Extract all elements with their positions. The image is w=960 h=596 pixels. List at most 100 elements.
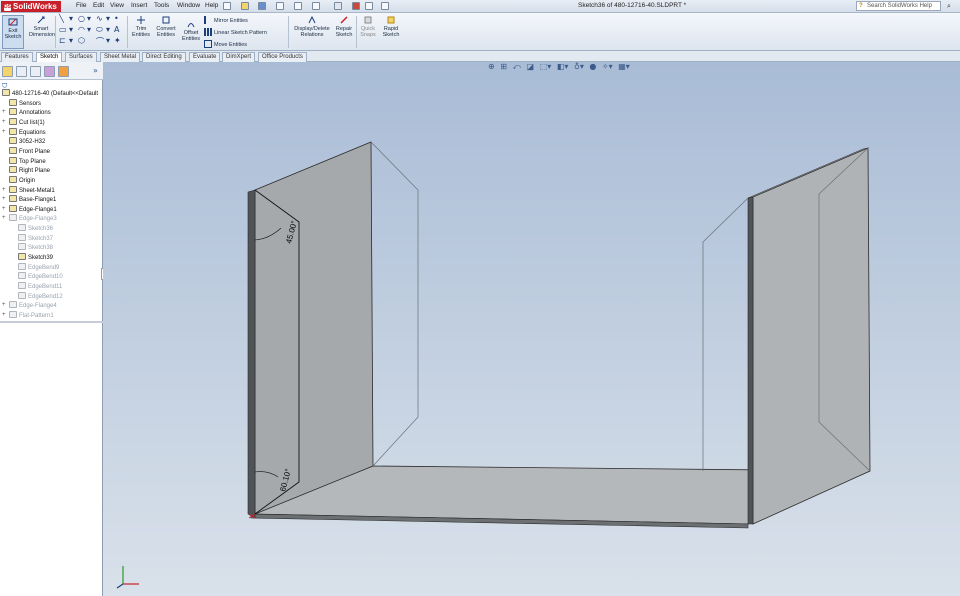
tab-sheet-metal[interactable]: Sheet Metal [100, 52, 141, 62]
right-wall-face[interactable] [752, 147, 871, 525]
menu-file[interactable]: File [76, 2, 86, 9]
feature-tree-item[interactable]: Top Plane [9, 156, 46, 166]
plane-icon[interactable]: ✦ [114, 36, 121, 45]
arc-icon[interactable]: ◠ [78, 25, 85, 34]
dropdown-icon[interactable]: ▾ [69, 25, 73, 34]
convert-entities-button[interactable]: Convert Entities [154, 15, 178, 38]
dropdown-icon[interactable]: ▾ [87, 25, 91, 34]
dropdown-icon[interactable]: ▾ [106, 14, 110, 23]
fillet-icon[interactable]: ⌒ [96, 36, 104, 47]
feature-tree-item[interactable]: Origin [9, 175, 35, 185]
expand-toggle-icon[interactable]: + [2, 205, 6, 214]
rebuild-icon[interactable] [352, 2, 360, 10]
polygon-icon[interactable]: ⬡ [78, 36, 85, 45]
feature-tree-item[interactable]: Sketch36 [18, 224, 53, 233]
expand-toggle-icon[interactable]: + [2, 214, 6, 223]
point-icon[interactable]: • [114, 14, 119, 23]
redo-icon[interactable] [312, 2, 320, 10]
graphics-viewport[interactable]: ⊕ ⊞ ⤺ ◪ ⬚▾ ◧▾ ♁▾ ● ✧▾ ▦▾ 45.00° 60.10° [103, 62, 960, 596]
rapid-sketch-button[interactable]: Rapid Sketch [380, 15, 402, 38]
dimxpert-manager-icon[interactable] [44, 66, 55, 77]
feature-tree-item[interactable]: Sketch38 [18, 243, 53, 252]
tab-surfaces[interactable]: Surfaces [65, 52, 97, 62]
print-icon[interactable] [276, 2, 284, 10]
dropdown-icon[interactable]: ▾ [106, 25, 110, 34]
menu-insert[interactable]: Insert [131, 2, 147, 9]
dropdown-icon[interactable]: ▾ [87, 14, 91, 23]
feature-tree-item[interactable]: 480-12716-40 (Default<<Default [2, 89, 98, 98]
menu-tools[interactable]: Tools [154, 2, 169, 9]
file-properties-icon[interactable] [365, 2, 373, 10]
ellipse-icon[interactable]: ⬭ [96, 25, 103, 35]
feature-tree-item[interactable]: Sketch37 [18, 233, 53, 243]
feature-tree-item[interactable]: + Annotations [2, 108, 51, 117]
dropdown-icon[interactable]: ▾ [69, 36, 73, 45]
exit-sketch-button[interactable]: Exit Sketch [2, 15, 24, 49]
dropdown-icon[interactable]: ▾ [69, 14, 73, 23]
left-wall-face[interactable] [254, 141, 374, 515]
help-search-input[interactable]: Search SolidWorks Help [856, 1, 941, 11]
rectangle-icon[interactable]: ▭ [59, 25, 67, 34]
menu-edit[interactable]: Edit [93, 2, 104, 9]
tree-divider[interactable] [0, 321, 103, 323]
feature-tree-item[interactable]: + Sheet-Metal1 [2, 185, 55, 195]
expand-arrows-icon[interactable]: » [93, 66, 98, 75]
expand-toggle-icon[interactable]: + [2, 108, 6, 117]
text-icon[interactable]: A [114, 25, 119, 34]
feature-tree-icon[interactable] [2, 66, 13, 77]
display-manager-icon[interactable] [58, 66, 69, 77]
tab-features[interactable]: Features [1, 52, 33, 62]
feature-tree-item[interactable]: 3052-H32 [9, 137, 45, 146]
feature-tree-item[interactable]: EdgeBend11 [18, 282, 62, 291]
feature-tree-item[interactable]: + Cut list(1) [2, 117, 45, 127]
property-manager-icon[interactable] [16, 66, 27, 77]
menu-window[interactable]: Window [177, 2, 200, 9]
expand-toggle-icon[interactable]: + [2, 118, 6, 127]
new-document-icon[interactable] [223, 2, 231, 10]
feature-tree-item[interactable]: EdgeBend12 [18, 291, 63, 301]
expand-toggle-icon[interactable]: + [2, 186, 6, 195]
feature-tree-item[interactable]: + Base-Flange1 [2, 195, 56, 204]
expand-toggle-icon[interactable]: + [2, 301, 6, 310]
feature-tree-item[interactable]: Sketch39 [18, 253, 53, 262]
feature-tree-item[interactable]: + Flat-Pattern1 [2, 310, 54, 320]
move-entities-button[interactable]: Move Entities [204, 40, 247, 48]
expand-toggle-icon[interactable]: + [2, 128, 6, 137]
feature-tree-item[interactable]: + Edge-Flange1 [2, 204, 57, 214]
tab-office-products[interactable]: Office Products [258, 52, 307, 62]
repair-sketch-button[interactable]: Repair Sketch [334, 15, 354, 38]
tab-dimxpert[interactable]: DimXpert [222, 52, 256, 62]
line-icon[interactable]: ╲ [59, 14, 64, 23]
feature-tree-item[interactable]: + Equations [2, 127, 46, 137]
feature-tree-item[interactable]: + Edge-Flange3 [2, 214, 57, 223]
sheet-metal-part-model[interactable]: 45.00° 60.10° [103, 62, 960, 596]
mirror-entities-button[interactable]: Mirror Entities [204, 16, 248, 24]
tab-evaluate[interactable]: Evaluate [189, 52, 221, 62]
spline-icon[interactable]: ∿ [96, 14, 103, 23]
solidworks-logo[interactable]: DS SolidWorks [1, 1, 61, 12]
quick-snaps-button[interactable]: Quick Snaps [358, 15, 378, 38]
linear-sketch-pattern-button[interactable]: Linear Sketch Pattern [204, 28, 267, 36]
dropdown-icon[interactable]: ▾ [106, 36, 110, 45]
undo-icon[interactable] [294, 2, 302, 10]
options-icon[interactable] [381, 2, 389, 10]
slot-icon[interactable]: ⊏ [59, 36, 66, 45]
save-icon[interactable] [258, 2, 266, 10]
expand-toggle-icon[interactable]: + [2, 195, 6, 204]
expand-toggle-icon[interactable]: + [2, 311, 6, 320]
feature-tree-item[interactable]: EdgeBend10 [18, 272, 63, 281]
trim-entities-button[interactable]: Trim Entities [130, 15, 152, 38]
feature-tree-item[interactable]: Sensors [9, 98, 41, 108]
feature-tree-item[interactable]: Front Plane [9, 146, 50, 156]
feature-tree-item[interactable]: + Edge-Flange4 [2, 301, 57, 310]
menu-help[interactable]: Help [205, 2, 218, 9]
display-delete-relations-button[interactable]: Display/Delete Relations [292, 15, 332, 38]
smart-dimension-button[interactable]: Smart Dimension [29, 15, 55, 38]
open-folder-icon[interactable] [241, 2, 249, 10]
search-icon[interactable]: ⌕ [945, 2, 953, 10]
menu-view[interactable]: View [110, 2, 124, 9]
tab-direct-editing[interactable]: Direct Editing [142, 52, 186, 62]
circle-icon[interactable]: ○ [78, 14, 85, 23]
select-arrow-icon[interactable] [334, 2, 342, 10]
feature-tree-item[interactable]: Right Plane [9, 166, 50, 175]
